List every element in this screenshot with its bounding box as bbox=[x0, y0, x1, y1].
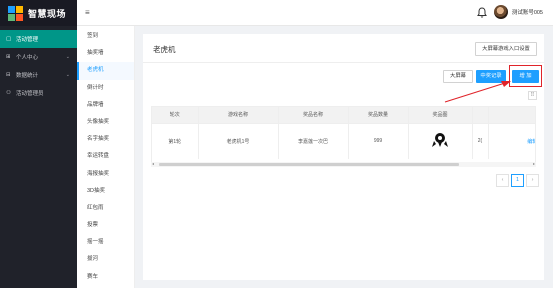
column-header: 奖品数量 bbox=[348, 107, 409, 123]
submenu-item-3d-draw[interactable]: 3D抽奖 bbox=[77, 183, 134, 200]
edit-link[interactable]: 编辑 bbox=[527, 139, 535, 145]
column-filter-icon[interactable]: ⠿ bbox=[528, 91, 537, 100]
entry-settings-button[interactable]: 大屏幕游戏入口设置 bbox=[475, 42, 537, 56]
menu-toggle-icon[interactable]: ≡ bbox=[85, 8, 90, 17]
column-header: 轮次 bbox=[152, 107, 199, 123]
sidebar-item-label: 个人中心 bbox=[16, 55, 39, 61]
header-user-area: 测试账号005 bbox=[476, 5, 543, 19]
prev-page-button[interactable]: ‹ bbox=[496, 174, 509, 187]
top-header: ≡ 测试账号005 bbox=[77, 0, 553, 26]
chevron-down-icon: ⌄ bbox=[65, 72, 70, 78]
submenu-item-poster-draw[interactable]: 海报抽奖 bbox=[77, 166, 134, 183]
horizontal-scrollbar[interactable]: ◂ ▸ bbox=[151, 161, 536, 167]
prize-image-icon bbox=[432, 133, 448, 148]
username[interactable]: 测试账号005 bbox=[512, 8, 543, 16]
cell-game-name: 老虎机1号 bbox=[198, 122, 279, 159]
sidebar-item-label: 数据统计 bbox=[16, 73, 39, 79]
game-submenu: 签到 抽奖墙 老虎机 倒计时 品牌墙 头像抽奖 名字抽奖 幸运转盘 海报抽奖 3… bbox=[77, 26, 135, 288]
pagination: ‹ 1 › bbox=[494, 174, 539, 187]
personal-icon: ⊞ bbox=[6, 54, 11, 60]
sidebar-item-personal[interactable]: ⊞ 个人中心 ⌄ bbox=[0, 48, 77, 66]
cell-prize-image bbox=[408, 122, 473, 159]
submenu-item-avatar-draw[interactable]: 头像抽奖 bbox=[77, 114, 134, 131]
data-table: 轮次 游戏名称 奖品名称 奖品数量 奖品图 操作 第1轮 老虎机1号 李嘉莲一次… bbox=[151, 106, 536, 166]
sidebar-nav: ▢ 活动管理 ⊞ 个人中心 ⌄ ⊟ 数据统计 ⌄ ⚇ 活动管理员 bbox=[0, 26, 77, 102]
cell-round: 第1轮 bbox=[152, 122, 199, 159]
sidebar-item-admin[interactable]: ⚇ 活动管理员 bbox=[0, 84, 77, 102]
next-page-button[interactable]: › bbox=[526, 174, 539, 187]
cell-extra: 2( bbox=[472, 122, 489, 159]
column-header: 操作 bbox=[488, 107, 535, 123]
admin-icon: ⚇ bbox=[6, 90, 11, 96]
submenu-item-slot-machine[interactable]: 老虎机 bbox=[77, 62, 134, 80]
app-title: 智慧现场 bbox=[28, 8, 67, 19]
app-logo[interactable]: 智慧现场 bbox=[0, 0, 77, 26]
logo-icon bbox=[8, 5, 23, 21]
submenu-item-racing[interactable]: 赛车 bbox=[77, 269, 134, 286]
submenu-item-name-draw[interactable]: 名字抽奖 bbox=[77, 131, 134, 148]
column-header bbox=[472, 107, 489, 123]
bell-icon[interactable] bbox=[476, 6, 487, 18]
scroll-left-icon[interactable]: ◂ bbox=[152, 161, 154, 166]
submenu-item-tug-of-war[interactable]: 拔河 bbox=[77, 251, 134, 268]
column-header: 奖品图 bbox=[408, 107, 473, 123]
avatar[interactable] bbox=[493, 5, 508, 19]
column-header: 游戏名称 bbox=[198, 107, 279, 123]
sidebar-item-label: 活动管理 bbox=[16, 37, 39, 43]
submenu-item-signin[interactable]: 签到 bbox=[77, 28, 134, 45]
sidebar-item-activity[interactable]: ▢ 活动管理 bbox=[0, 30, 77, 48]
sidebar-item-label: 活动管理员 bbox=[16, 91, 44, 97]
annotation-arrow-icon bbox=[444, 81, 511, 103]
submenu-item-countdown[interactable]: 倒计时 bbox=[77, 80, 134, 97]
cell-prize-name: 李嘉莲一次巴 bbox=[278, 122, 349, 159]
page-title: 老虎机 bbox=[153, 45, 176, 54]
submenu-item-vote[interactable]: 投票 bbox=[77, 217, 134, 234]
cell-actions: 编辑 删除 bbox=[488, 122, 535, 159]
page-number-button[interactable]: 1 bbox=[511, 174, 524, 187]
stats-icon: ⊟ bbox=[6, 72, 11, 78]
cell-prize-qty: 999 bbox=[348, 122, 409, 159]
submenu-item-lottery-wall[interactable]: 抽奖墙 bbox=[77, 45, 134, 62]
sidebar-item-stats[interactable]: ⊟ 数据统计 ⌄ bbox=[0, 66, 77, 84]
sidebar: 智慧现场 ▢ 活动管理 ⊞ 个人中心 ⌄ ⊟ 数据统计 ⌄ ⚇ 活动管理员 bbox=[0, 0, 77, 288]
main-card: 老虎机 大屏幕游戏入口设置 大屏幕 中奖记录 增 加 ⠿ 轮次 游戏名称 奖品名… bbox=[143, 34, 544, 280]
activity-icon: ▢ bbox=[6, 36, 12, 42]
scroll-right-icon[interactable]: ▸ bbox=[533, 161, 535, 166]
divider bbox=[143, 62, 544, 63]
table-row: 第1轮 老虎机1号 李嘉莲一次巴 999 2(编 bbox=[152, 122, 535, 159]
submenu-item-shake[interactable]: 摇一摇 bbox=[77, 234, 134, 251]
column-header: 奖品名称 bbox=[278, 107, 349, 123]
chevron-down-icon: ⌄ bbox=[65, 54, 70, 60]
submenu-item-lucky-wheel[interactable]: 幸运转盘 bbox=[77, 148, 134, 165]
submenu-item-brand-wall[interactable]: 品牌墙 bbox=[77, 97, 134, 114]
table-header-row: 轮次 游戏名称 奖品名称 奖品数量 奖品图 操作 bbox=[152, 107, 535, 123]
scroll-thumb[interactable] bbox=[159, 163, 459, 166]
submenu-item-red-packet[interactable]: 红包雨 bbox=[77, 200, 134, 217]
